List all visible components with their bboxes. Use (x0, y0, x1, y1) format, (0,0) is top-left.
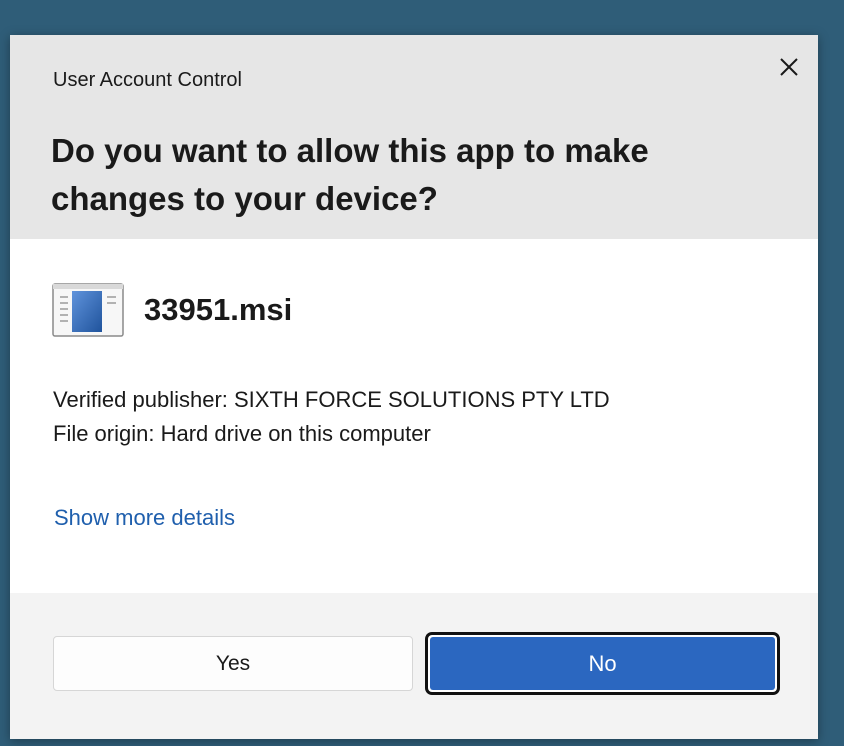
yes-button[interactable]: Yes (53, 636, 413, 691)
no-button[interactable]: No (425, 632, 780, 695)
uac-dialog: User Account Control Do you want to allo… (10, 35, 818, 739)
dialog-header: User Account Control Do you want to allo… (10, 35, 818, 239)
app-name: 33951.msi (144, 292, 293, 327)
show-more-details-link[interactable]: Show more details (54, 505, 235, 531)
file-origin-text: File origin: Hard drive on this computer (53, 421, 431, 446)
publisher-text: Verified publisher: SIXTH FORCE SOLUTION… (53, 387, 610, 412)
prompt-question-line-2: changes to your device? (51, 180, 438, 217)
installer-window-icon (52, 283, 124, 337)
dialog-title: User Account Control (53, 69, 242, 91)
prompt-question-line-1: Do you want to allow this app to make (51, 132, 649, 169)
prompt-question: Do you want to allow this app to make ch… (51, 127, 751, 223)
close-button[interactable] (770, 51, 808, 83)
dialog-footer: Yes No (10, 593, 818, 739)
close-icon (780, 58, 798, 76)
no-button-label: No (430, 637, 775, 690)
